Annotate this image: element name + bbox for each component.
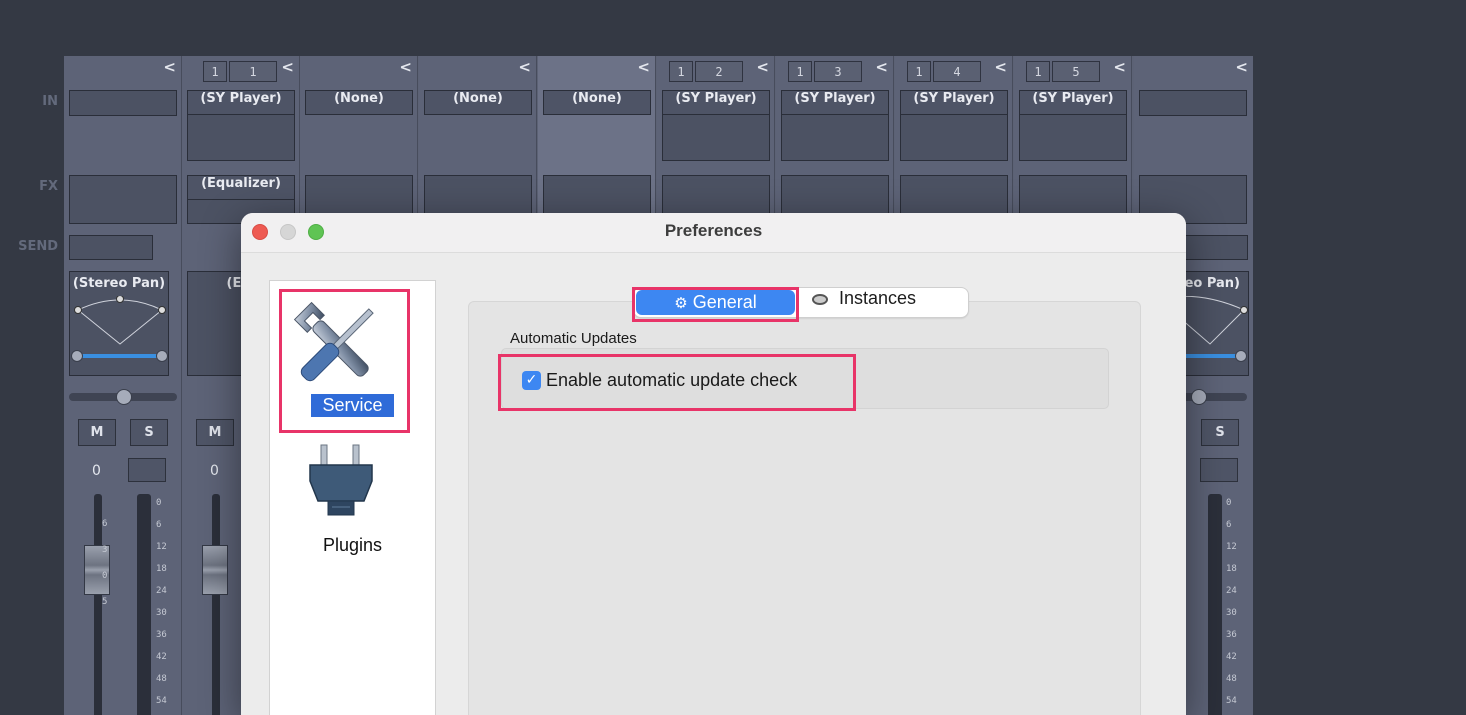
fader-track[interactable] [94,494,102,715]
collapse-chevron-icon[interactable]: < [399,58,412,76]
row-label-fx: FX [39,179,58,194]
title-bar[interactable]: Preferences [241,213,1186,253]
row-label-in: IN [42,94,58,109]
pan-left-handle[interactable] [71,350,83,362]
plug-icon [309,444,373,516]
input-slot-detail[interactable] [781,114,889,161]
mute-button[interactable]: M [196,419,234,446]
pan-right-handle[interactable] [156,350,168,362]
gain-value: 0 [210,463,219,479]
channel-number[interactable]: 4 [933,61,981,82]
level-meter [1208,494,1222,715]
sidebar-item-plugins[interactable]: Plugins [270,441,435,571]
gain-input[interactable] [1200,458,1238,482]
instances-icon [812,294,828,305]
sidebar-item-label: Plugins [322,535,383,555]
preferences-window: Preferences Service Plugins ⚙ General In… [241,213,1186,715]
input-slot-detail[interactable] [662,114,770,161]
balance-knob[interactable] [116,389,132,405]
input-slot-detail[interactable] [900,114,1008,161]
mute-button[interactable]: M [78,419,116,446]
window-title: Preferences [664,221,763,240]
input-slot[interactable]: (None) [543,90,651,115]
pan-arc-icon [74,296,166,345]
channel-number[interactable]: 5 [1052,61,1100,82]
tab-label: Instances [839,288,917,308]
channel-number[interactable]: 2 [695,61,743,82]
fader-scale: 6305 [102,519,108,607]
channel-number[interactable]: 1 [788,61,812,82]
input-slot[interactable]: (SY Player) [662,90,770,115]
input-slot[interactable] [69,90,177,116]
pan-right-handle[interactable] [1235,350,1247,362]
highlight-box [498,354,856,411]
input-slot[interactable]: (SY Player) [900,90,1008,115]
input-slot[interactable]: (None) [305,90,413,115]
pan-label: (Stereo Pan) [72,276,166,291]
level-meter [137,494,151,715]
channel-number[interactable]: 1 [669,61,693,82]
channel-number[interactable]: 1 [203,61,227,82]
input-slot[interactable]: (SY Player) [781,90,889,115]
collapse-chevron-icon[interactable]: < [163,58,176,76]
input-slot[interactable]: (None) [424,90,532,115]
collapse-chevron-icon[interactable]: < [637,58,650,76]
send-slot[interactable] [69,235,153,260]
solo-button[interactable]: S [130,419,168,446]
pan-width-bar[interactable] [78,354,160,358]
tab-instances[interactable]: Instances [812,288,916,317]
collapse-chevron-icon[interactable]: < [1113,58,1126,76]
channel-number[interactable]: 1 [229,61,277,82]
gain-value: 0 [92,463,101,479]
fx-slot[interactable]: (Equalizer) [187,175,295,200]
balance-slider[interactable] [69,389,177,405]
input-slot-detail[interactable] [1019,114,1127,161]
input-slot[interactable]: (SY Player) [1019,90,1127,115]
collapse-chevron-icon[interactable]: < [756,58,769,76]
gain-input[interactable] [128,458,166,482]
collapse-chevron-icon[interactable]: < [875,58,888,76]
collapse-chevron-icon[interactable]: < [1235,58,1248,76]
fader-track[interactable] [212,494,220,715]
highlight-box [632,287,799,322]
meter-scale: 0 6 12 18 24 30 36 42 48 54 [156,498,167,706]
input-slot[interactable]: (SY Player) [187,90,295,115]
channel-number[interactable]: 1 [1026,61,1050,82]
volume-fader[interactable] [202,545,228,595]
input-slot[interactable] [1139,90,1247,116]
mixer-strip: < (Stereo Pan) M S 0 6305 0 6 12 18 24 3… [64,56,182,715]
collapse-chevron-icon[interactable]: < [281,58,294,76]
solo-button[interactable]: S [1201,419,1239,446]
highlight-box [279,289,410,433]
section-title: Automatic Updates [510,330,637,347]
row-label-send: SEND [18,239,58,254]
channel-number[interactable]: 3 [814,61,862,82]
collapse-chevron-icon[interactable]: < [994,58,1007,76]
stereo-pan-panel[interactable]: (Stereo Pan) [69,271,169,376]
meter-scale: 0 6 12 18 24 30 36 42 48 54 [1226,498,1237,706]
input-slot-detail[interactable] [187,114,295,161]
fx-slot[interactable] [69,175,177,224]
balance-knob[interactable] [1191,389,1207,405]
collapse-chevron-icon[interactable]: < [518,58,531,76]
channel-number[interactable]: 1 [907,61,931,82]
